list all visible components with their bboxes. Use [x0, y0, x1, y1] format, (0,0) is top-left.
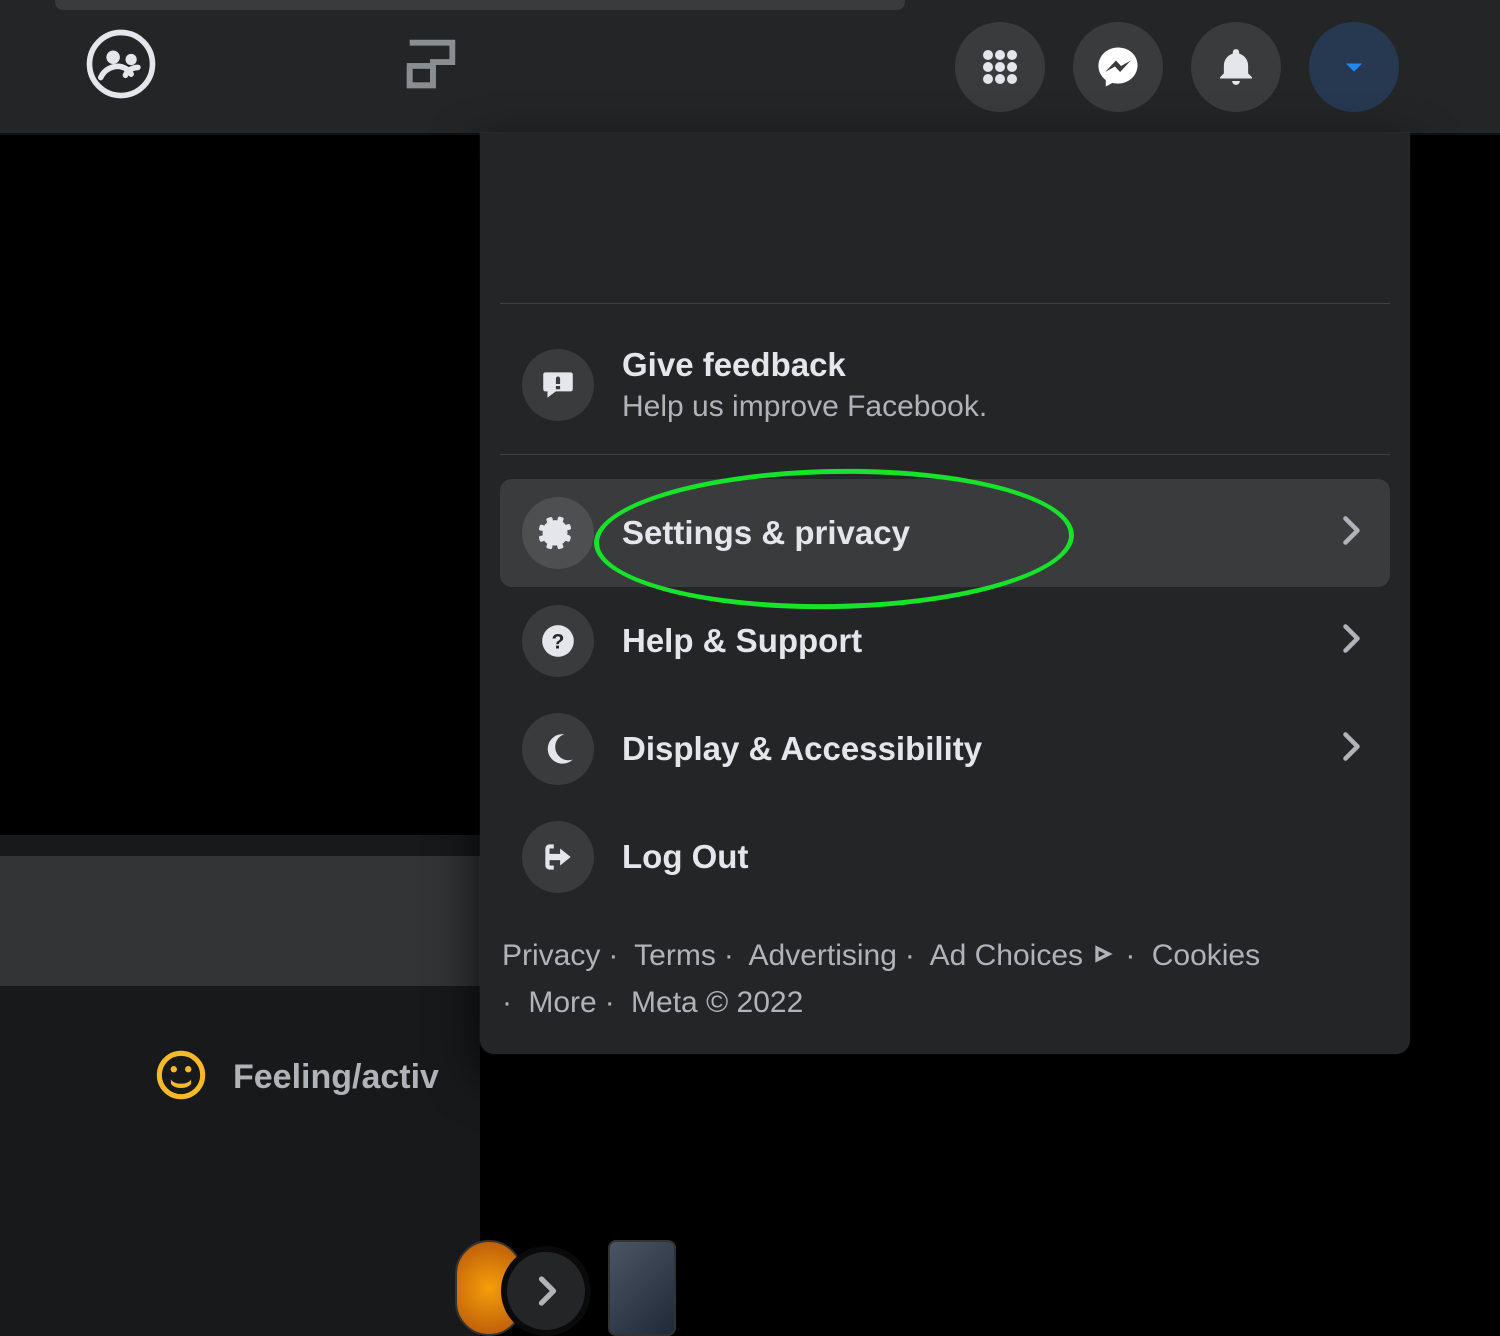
give-feedback-item[interactable]: Give feedback Help us improve Facebook. — [500, 328, 1390, 442]
footer-link-more[interactable]: More — [528, 986, 596, 1019]
gear-icon — [522, 497, 594, 569]
messenger-button[interactable] — [1073, 22, 1163, 112]
top-navigation-bar — [0, 0, 1500, 135]
moon-icon — [522, 713, 594, 785]
gaming-icon — [400, 33, 462, 95]
feed-card — [0, 140, 480, 835]
chevron-right-icon — [1332, 729, 1368, 770]
chevron-right-icon — [1332, 513, 1368, 554]
gaming-tab[interactable] — [400, 33, 462, 95]
story-thumbnail[interactable] — [608, 1240, 676, 1336]
ad-choices-icon — [1091, 939, 1117, 972]
settings-privacy-item[interactable]: Settings & privacy — [500, 479, 1390, 587]
chevron-right-icon — [528, 1273, 564, 1309]
groups-icon — [85, 28, 157, 100]
footer-link-advertising[interactable]: Advertising — [749, 939, 897, 972]
feedback-subtitle: Help us improve Facebook. — [622, 390, 987, 424]
composer-feeling-label: Feeling/activ — [233, 1058, 439, 1097]
footer-link-cookies[interactable]: Cookies — [1152, 939, 1260, 972]
address-bar-stub — [55, 0, 905, 10]
menu-item-text: Log Out — [622, 838, 748, 876]
menu-item-label: Help & Support — [622, 622, 862, 660]
menu-grid-icon — [980, 47, 1020, 87]
smiley-icon — [155, 1049, 207, 1106]
log-out-item[interactable]: Log Out — [500, 803, 1390, 911]
question-icon: ? — [522, 605, 594, 677]
caret-down-icon — [1340, 53, 1368, 81]
notifications-button[interactable] — [1191, 22, 1281, 112]
feedback-icon — [522, 349, 594, 421]
account-menu-button[interactable] — [1309, 22, 1399, 112]
menu-item-label: Log Out — [622, 838, 748, 876]
feed-strip — [0, 856, 480, 986]
menu-item-text: Display & Accessibility — [622, 730, 982, 768]
footer-link-privacy[interactable]: Privacy — [502, 939, 600, 972]
bell-icon — [1213, 44, 1259, 90]
messenger-icon — [1096, 45, 1140, 89]
menu-button[interactable] — [955, 22, 1045, 112]
footer-link-terms[interactable]: Terms — [634, 939, 716, 972]
account-dropdown-panel: Give feedback Help us improve Facebook. … — [480, 133, 1410, 1054]
divider — [500, 303, 1390, 304]
menu-item-text: Settings & privacy — [622, 514, 910, 552]
menu-item-label: Display & Accessibility — [622, 730, 982, 768]
footer-link-ad-choices[interactable]: Ad Choices — [930, 939, 1083, 972]
display-accessibility-item[interactable]: Display & Accessibility — [500, 695, 1390, 803]
composer-feeling-button[interactable]: Feeling/activ — [0, 1027, 480, 1127]
menu-item-text: Help & Support — [622, 622, 862, 660]
feedback-text: Give feedback Help us improve Facebook. — [622, 346, 987, 424]
help-support-item[interactable]: ? Help & Support — [500, 587, 1390, 695]
groups-tab[interactable] — [85, 28, 157, 100]
footer-copyright: Meta © 2022 — [631, 986, 803, 1019]
dropdown-footer: Privacy· Terms· Advertising· Ad Choices … — [500, 933, 1390, 1026]
menu-item-label: Settings & privacy — [622, 514, 910, 552]
svg-text:?: ? — [552, 630, 565, 653]
story-scroll-right-button[interactable] — [501, 1246, 591, 1336]
logout-icon — [522, 821, 594, 893]
feedback-title: Give feedback — [622, 346, 987, 384]
chevron-right-icon — [1332, 621, 1368, 662]
divider — [500, 454, 1390, 455]
